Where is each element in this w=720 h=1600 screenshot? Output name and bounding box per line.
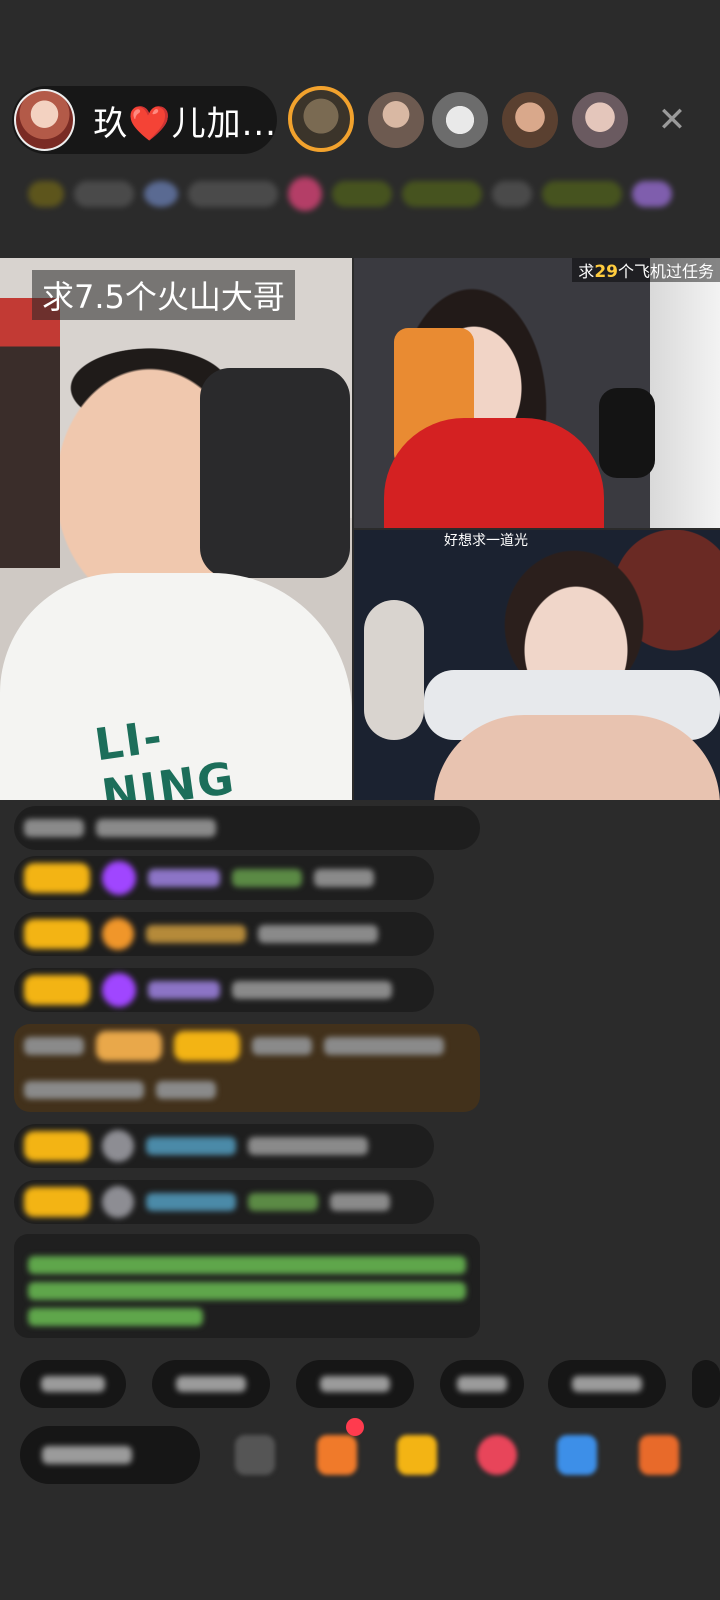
quick-chip[interactable] [440, 1360, 524, 1408]
multi-guest-video-grid: LI-NING 求7.5个火山大哥 求29个飞机过任务 好想求一道光 [0, 258, 720, 800]
quick-reply-chips [20, 1360, 720, 1408]
viewer-avatar[interactable] [368, 92, 424, 148]
emoji-icon[interactable] [230, 1430, 280, 1480]
ranking-strip[interactable] [28, 172, 688, 216]
microphone [599, 388, 655, 478]
viewer-avatar[interactable] [502, 92, 558, 148]
close-icon[interactable]: ✕ [652, 100, 692, 140]
viewer-avatar[interactable] [572, 92, 628, 148]
host-info-pill[interactable]: 玖❤️儿加... [12, 86, 277, 154]
share-icon[interactable] [552, 1430, 602, 1480]
chat-message [14, 1124, 434, 1168]
quick-chip[interactable] [20, 1360, 126, 1408]
notification-dot [346, 1418, 364, 1436]
quick-chip[interactable] [152, 1360, 270, 1408]
quick-chip[interactable] [296, 1360, 414, 1408]
guest-caption-bottom-right: 好想求一道光 [444, 533, 528, 549]
chat-message [14, 1180, 434, 1224]
comment-input[interactable] [20, 1426, 200, 1484]
quick-chip[interactable] [692, 1360, 720, 1408]
gift-bag-icon[interactable] [392, 1430, 442, 1480]
guest-video-top-right[interactable]: 求29个飞机过任务 [354, 258, 720, 528]
guest-video-bottom-right[interactable]: 好想求一道光 [354, 530, 720, 800]
quick-chip[interactable] [548, 1360, 666, 1408]
chat-message [14, 968, 434, 1012]
main-video-caption: 求7.5个火山大哥 [32, 270, 295, 320]
system-notice [14, 1024, 480, 1112]
host-name: 玖❤️儿加... [93, 103, 277, 144]
chat-message [14, 806, 480, 850]
heart-icon[interactable] [472, 1430, 522, 1480]
more-grid-icon[interactable] [634, 1430, 684, 1480]
chat-message [14, 912, 434, 956]
host-avatar[interactable] [14, 89, 76, 151]
room-announcement [14, 1234, 480, 1338]
gift-box-icon[interactable] [312, 1430, 362, 1480]
viewer-avatar[interactable] [432, 92, 488, 148]
chat-message [14, 856, 434, 900]
top-viewer-avatar[interactable] [288, 86, 354, 152]
main-host-video[interactable]: LI-NING 求7.5个火山大哥 [0, 258, 352, 800]
guest-caption-top-right: 求29个飞机过任务 [572, 258, 720, 282]
live-room: 玖❤️儿加... ✕ LI-NING 求7.5个火山大哥 求29个飞机过任务 好… [0, 0, 720, 1600]
